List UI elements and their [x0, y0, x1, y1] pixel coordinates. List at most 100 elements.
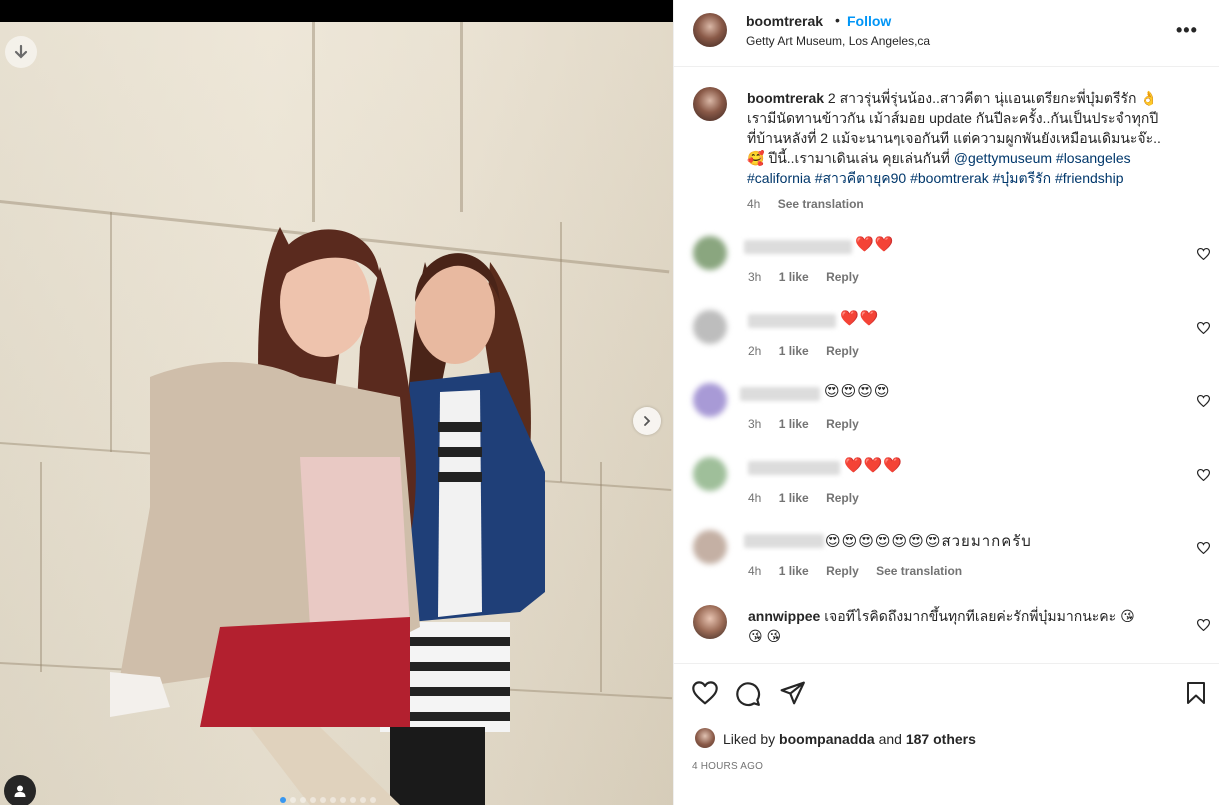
comment-text-cont: 😘 😘: [748, 628, 782, 644]
comment-item: 😍😍😍😍😍😍😍สวยมากครับ 4h 1 like Reply See tr…: [674, 528, 1219, 598]
person-left: [110, 227, 420, 805]
chevron-right-icon: [644, 416, 651, 426]
comment-meta: 4h 1 like Reply See translation: [748, 564, 976, 578]
comment-item: ❤️❤️❤️ 4h 1 like Reply: [674, 455, 1219, 525]
divider: [674, 663, 1219, 664]
commenter-username-blurred[interactable]: [744, 240, 852, 254]
comment-likes[interactable]: 1 like: [779, 491, 809, 505]
likes-prefix: Liked by: [723, 731, 776, 747]
comment-likes[interactable]: 1 like: [779, 564, 809, 578]
commenter-avatar[interactable]: [693, 236, 727, 270]
heart-icon[interactable]: [1197, 248, 1210, 260]
reply-button[interactable]: Reply: [826, 564, 859, 578]
commenter-avatar[interactable]: [693, 310, 727, 344]
carousel-dot: [310, 797, 316, 803]
commenter-username-blurred[interactable]: [748, 314, 836, 328]
liker-avatar[interactable]: [695, 728, 715, 748]
post-media: [0, 0, 673, 805]
carousel-dot: [280, 797, 286, 803]
see-translation-button[interactable]: See translation: [778, 197, 864, 211]
heart-icon[interactable]: [1197, 619, 1210, 631]
post-panel: boomtrerak • Follow Getty Art Museum, Lo…: [673, 0, 1219, 805]
heart-icon[interactable]: [1197, 322, 1210, 334]
mention-link[interactable]: @gettymuseum: [954, 150, 1052, 166]
separator-dot: •: [835, 12, 840, 28]
heart-icon[interactable]: [692, 681, 718, 705]
comment-body: annwippee เจอทีไรคิดถึงมากขึ้นทุกทีเลยค่…: [748, 606, 1168, 646]
commenter-avatar[interactable]: [693, 383, 727, 417]
download-button[interactable]: [5, 36, 37, 68]
comment-text: 😍😍😍😍😍😍😍สวยมากครับ: [825, 533, 1032, 550]
commenter-username[interactable]: annwippee: [748, 608, 820, 624]
user-tag-icon: [14, 785, 26, 797]
comment-item: 😍😍😍😍 3h 1 like Reply: [674, 381, 1219, 451]
reply-button[interactable]: Reply: [826, 491, 859, 505]
caption-username[interactable]: boomtrerak: [747, 90, 824, 106]
comment-item: annwippee เจอทีไรคิดถึงมากขึ้นทุกทีเลยค่…: [674, 605, 1219, 662]
user-tag-button[interactable]: [4, 775, 36, 805]
comment-meta: 3h 1 like Reply: [748, 270, 873, 284]
carousel-dot: [330, 797, 336, 803]
comment-likes[interactable]: 1 like: [779, 417, 809, 431]
commenter-username-blurred[interactable]: [740, 387, 820, 401]
carousel-dot: [360, 797, 366, 803]
download-icon: [14, 44, 28, 59]
post-photo[interactable]: [0, 22, 673, 805]
comment-likes[interactable]: 1 like: [779, 344, 809, 358]
more-icon[interactable]: •••: [1176, 20, 1198, 41]
follow-button[interactable]: Follow: [847, 13, 891, 29]
commenter-username-blurred[interactable]: [744, 534, 824, 548]
location-link[interactable]: Getty Art Museum, Los Angeles,ca: [746, 34, 930, 48]
post-timestamp[interactable]: 4 HOURS AGO: [692, 761, 763, 772]
comments-list[interactable]: boomtrerak 2 สาวรุ่นพี่รุ่นน้อง..สาวคีตา…: [674, 67, 1219, 662]
commenter-avatar[interactable]: [693, 605, 727, 639]
comment-meta: 4h 1 like Reply: [748, 491, 873, 505]
likes-connector: and: [878, 731, 902, 747]
caption-avatar[interactable]: [693, 87, 727, 121]
carousel-dot: [300, 797, 306, 803]
comment-text: เจอทีไรคิดถึงมากขึ้นทุกทีเลยค่ะรักพี่บุ๋…: [824, 608, 1135, 624]
bookmark-icon[interactable]: [1185, 681, 1207, 705]
carousel-dot: [290, 797, 296, 803]
comment-likes[interactable]: 1 like: [779, 270, 809, 284]
comment-item: ❤️❤️ 3h 1 like Reply: [674, 234, 1219, 304]
post-header: boomtrerak • Follow Getty Art Museum, Lo…: [674, 0, 1219, 67]
comment-text: 😍😍😍😍: [824, 383, 891, 400]
comment-text: ❤️❤️: [840, 310, 880, 327]
carousel-dot: [340, 797, 346, 803]
carousel-dot: [350, 797, 356, 803]
comment-item: ❤️❤️ 2h 1 like Reply: [674, 308, 1219, 378]
carousel-dot: [370, 797, 376, 803]
share-icon[interactable]: [780, 681, 806, 705]
heart-icon[interactable]: [1197, 395, 1210, 407]
caption: boomtrerak 2 สาวรุ่นพี่รุ่นน้อง..สาวคีตา…: [747, 88, 1167, 214]
commenter-avatar[interactable]: [693, 530, 727, 564]
reply-button[interactable]: Reply: [826, 417, 859, 431]
heart-icon[interactable]: [1197, 469, 1210, 481]
carousel-dot: [320, 797, 326, 803]
reply-button[interactable]: Reply: [826, 344, 859, 358]
commenter-avatar[interactable]: [693, 457, 727, 491]
author-username[interactable]: boomtrerak: [746, 13, 823, 29]
reply-button[interactable]: Reply: [826, 270, 859, 284]
comment-time[interactable]: 3h: [748, 270, 761, 284]
likes-others[interactable]: 187 others: [906, 731, 976, 747]
comment-meta: 3h 1 like Reply: [748, 417, 873, 431]
liker-username[interactable]: boompanadda: [779, 731, 875, 747]
comment-text: ❤️❤️: [855, 236, 895, 253]
comment-time[interactable]: 4h: [748, 564, 761, 578]
caption-time[interactable]: 4h: [747, 197, 760, 211]
comment-meta: 2h 1 like Reply: [748, 344, 873, 358]
author-avatar[interactable]: [693, 13, 727, 47]
see-translation-button[interactable]: See translation: [876, 564, 962, 578]
next-image-button[interactable]: [633, 407, 661, 435]
comment-text: ❤️❤️❤️: [844, 457, 904, 474]
comment-time[interactable]: 4h: [748, 491, 761, 505]
likes-summary[interactable]: Liked by boompanadda and 187 others: [723, 731, 976, 747]
caption-meta: 4h See translation: [747, 194, 1167, 214]
comment-time[interactable]: 2h: [748, 344, 761, 358]
commenter-username-blurred[interactable]: [748, 461, 840, 475]
comment-time[interactable]: 3h: [748, 417, 761, 431]
comment-icon[interactable]: [735, 681, 761, 707]
heart-icon[interactable]: [1197, 542, 1210, 554]
